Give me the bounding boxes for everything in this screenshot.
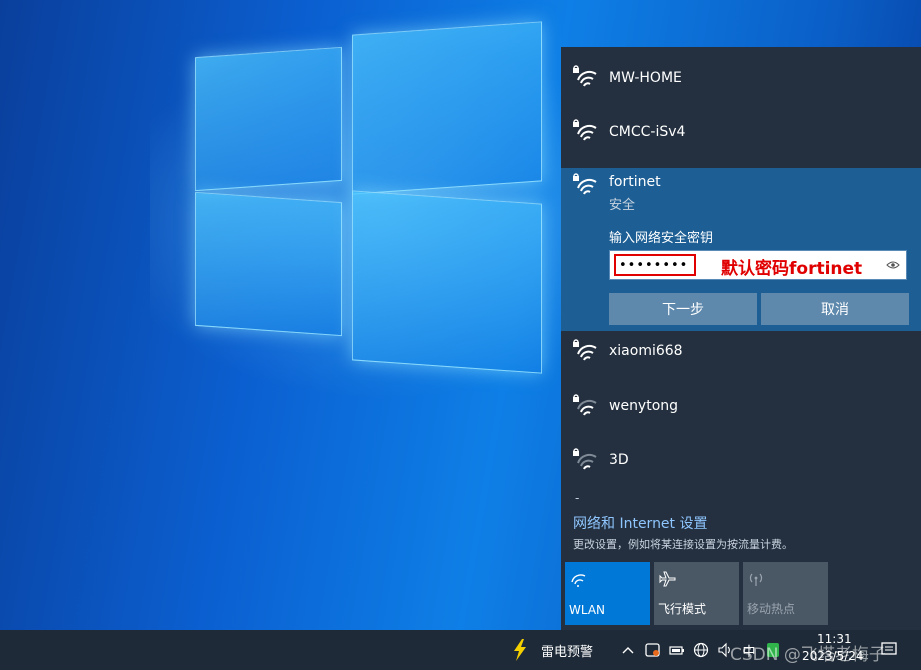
wlan-tile-label: WLAN <box>569 603 606 617</box>
network-item-wenytong[interactable]: wenytong <box>561 385 921 439</box>
network-settings-link[interactable]: 网络和 Internet 设置 <box>573 513 708 533</box>
network-flyout: MW-HOME CMCC-iSv4 fortinet 安全 输入网络安全密钥 默… <box>561 47 921 630</box>
reveal-password-eye-icon[interactable] <box>886 259 900 271</box>
network-item-fortinet-expanded: fortinet 安全 输入网络安全密钥 默认密码fortinet 下一步 取消 <box>561 168 921 331</box>
taskbar: 雷电预警 中 CSDN @飞塔老梅子 11:31 2023/5/24 <box>0 630 921 670</box>
windows-logo-pane-top-left <box>195 46 342 192</box>
windows-logo-pane-top-right <box>352 21 542 195</box>
secured-wifi-icon <box>573 119 597 141</box>
notification-center-icon[interactable] <box>880 640 898 658</box>
network-settings-description: 更改设置，例如将某连接设置为按流量计费。 <box>573 538 793 551</box>
tray-network[interactable] <box>692 641 710 659</box>
security-key-field: 默认密码fortinet <box>609 250 907 280</box>
battery-icon <box>669 646 684 655</box>
next-button[interactable]: 下一步 <box>609 293 757 325</box>
password-annotation: 默认密码fortinet <box>721 259 863 279</box>
tray-battery[interactable] <box>668 641 686 659</box>
tray-app-icon[interactable] <box>644 641 662 659</box>
network-item-mw-home[interactable]: MW-HOME <box>561 47 921 101</box>
cancel-button-label: 取消 <box>821 302 849 318</box>
secured-wifi-icon <box>573 173 597 195</box>
security-center-icon <box>645 643 660 657</box>
secured-wifi-weak-icon <box>573 394 597 416</box>
network-item-3d[interactable]: 3D <box>561 439 921 493</box>
network-security-status: 安全 <box>609 198 636 213</box>
secured-wifi-icon <box>573 65 597 87</box>
network-name: MW-HOME <box>609 70 682 86</box>
globe-network-icon <box>693 642 709 658</box>
secured-wifi-icon <box>573 339 597 361</box>
secured-wifi-weak-icon <box>573 448 597 470</box>
wlan-toggle-tile[interactable]: WLAN <box>565 562 650 625</box>
security-key-input[interactable] <box>614 254 696 276</box>
security-key-label: 输入网络安全密钥 <box>609 231 714 246</box>
clock-time[interactable]: 11:31 <box>817 632 852 646</box>
wifi-icon <box>571 574 586 587</box>
windows-logo-pane-bottom-left <box>195 191 342 337</box>
network-item-cmcc[interactable]: CMCC-iSv4 <box>561 101 921 155</box>
airplane-mode-tile[interactable]: 飞行模式 <box>654 562 739 625</box>
hotspot-icon <box>749 573 763 586</box>
next-button-label: 下一步 <box>662 302 704 318</box>
show-hidden-icons-chevron[interactable] <box>620 641 636 659</box>
airplane-icon <box>659 571 676 587</box>
mobile-hotspot-tile: 移动热点 <box>743 562 828 625</box>
network-name: xiaomi668 <box>609 343 683 359</box>
weather-alert-text[interactable]: 雷电预警 <box>541 641 593 660</box>
chevron-up-icon <box>622 647 634 654</box>
network-item-xiaomi668[interactable]: xiaomi668 <box>561 331 921 385</box>
windows-logo-pane-bottom-right <box>352 190 542 374</box>
network-name: 3D <box>609 452 629 468</box>
cancel-button[interactable]: 取消 <box>761 293 909 325</box>
network-name: CMCC-iSv4 <box>609 124 686 140</box>
airplane-mode-tile-label: 飞行模式 <box>658 602 707 616</box>
network-name: wenytong <box>609 398 679 414</box>
clock-date[interactable]: 2023/5/24 <box>802 649 864 663</box>
list-separator: - <box>575 491 580 505</box>
mobile-hotspot-tile-label: 移动热点 <box>747 602 796 616</box>
network-name[interactable]: fortinet <box>609 174 661 190</box>
lightning-weather-icon[interactable] <box>510 638 530 662</box>
